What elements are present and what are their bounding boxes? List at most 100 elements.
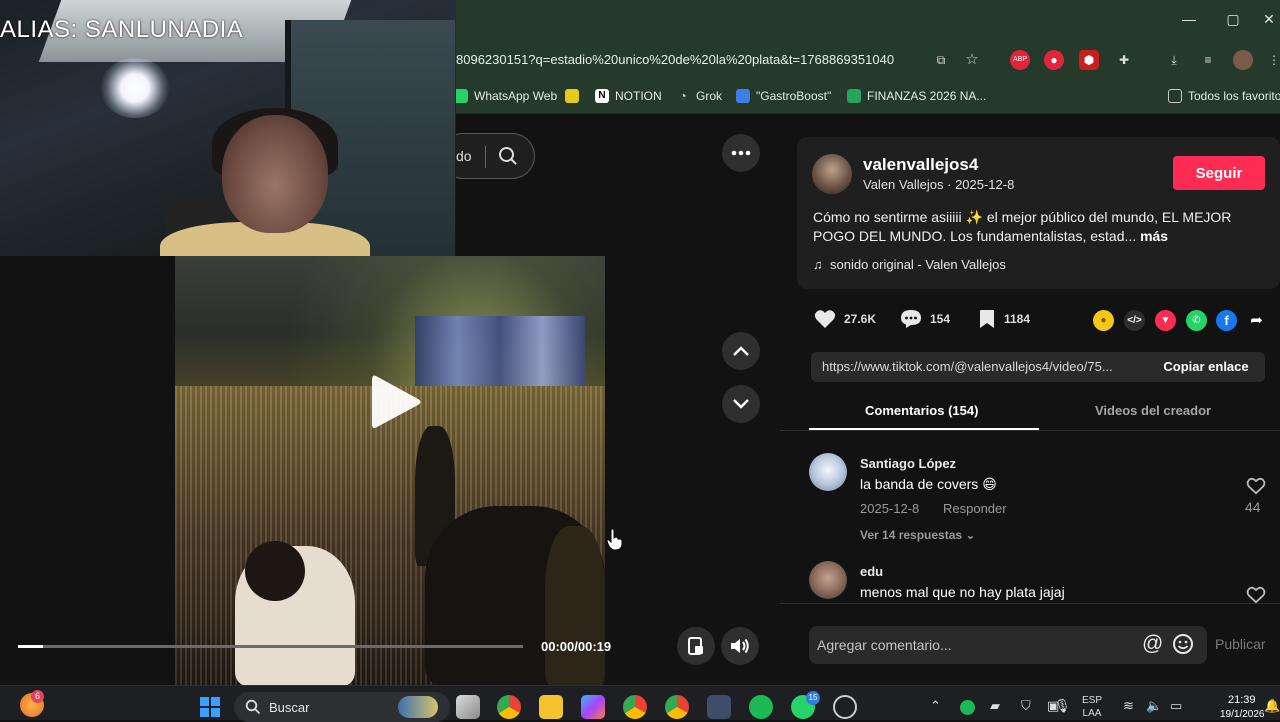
notification-bell-icon[interactable]: 🔔 <box>1264 698 1280 714</box>
tab-comments[interactable]: Comentarios (154) <box>865 403 978 418</box>
alias-overlay-text: ALIAS: SANLUNADIA <box>0 16 244 43</box>
folder-outline-icon <box>1168 89 1182 103</box>
tray-spotify-icon[interactable] <box>960 700 975 715</box>
windows-start-icon[interactable] <box>199 696 221 718</box>
play-icon[interactable] <box>368 372 424 432</box>
speaker-icon[interactable]: 🔈 <box>1146 698 1162 714</box>
clock-date[interactable]: 19/1/2026 <box>1220 709 1265 720</box>
chrome-profile-2-icon[interactable] <box>665 695 689 719</box>
previous-video-button[interactable] <box>722 332 760 370</box>
clock-time[interactable]: 21:39 <box>1228 694 1256 706</box>
pdf-extension-icon[interactable]: ⬢ <box>1079 50 1099 70</box>
bookmark-folder-yellow[interactable] <box>565 86 579 106</box>
video-link-field[interactable]: https://www.tiktok.com/@valenvallejos4/v… <box>811 352 1147 382</box>
wifi-icon[interactable]: ≋ <box>1123 698 1134 714</box>
music-title: sonido original - Valen Vallejos <box>829 257 1006 272</box>
comment-author[interactable]: Santiago López <box>860 456 956 471</box>
task-view-icon[interactable] <box>456 695 480 719</box>
spotify-icon[interactable] <box>749 695 773 719</box>
bookmark-icon <box>980 310 994 328</box>
send-friend-icon[interactable]: ▼ <box>1155 310 1176 331</box>
save-button[interactable]: 1184 <box>978 309 1030 329</box>
profile-avatar-icon[interactable] <box>1233 50 1253 70</box>
tab-creator-videos[interactable]: Videos del creador <box>1095 403 1211 418</box>
video-player[interactable] <box>175 256 605 685</box>
copilot-icon[interactable] <box>581 695 605 719</box>
caption-more-link[interactable]: más <box>1140 228 1168 244</box>
close-window-button[interactable]: ✕ <box>1256 8 1280 30</box>
bookmark-notion[interactable]: N NOTION <box>595 86 662 106</box>
more-options-button[interactable] <box>722 134 760 172</box>
bookmark-whatsapp[interactable]: WhatsApp Web <box>454 86 557 106</box>
creator-display-name: Valen Vallejos <box>863 177 944 192</box>
comment-avatar[interactable] <box>809 453 847 491</box>
extensions-puzzle-icon[interactable]: ✚ <box>1114 50 1134 70</box>
progress-fill <box>18 645 43 648</box>
comment-avatar[interactable] <box>809 561 847 599</box>
progress-track[interactable] <box>18 645 523 648</box>
file-explorer-icon[interactable] <box>539 695 563 719</box>
address-bar[interactable]: 8096230151?q=estadio%20unico%20de%20la%2… <box>456 52 894 67</box>
like-button[interactable]: 27.6K <box>814 309 876 329</box>
search-icon[interactable] <box>497 145 519 167</box>
comment-count: 154 <box>930 312 951 326</box>
install-app-icon[interactable]: ⧉ <box>931 50 951 70</box>
bookmark-gastroboost[interactable]: "GastroBoost" <box>736 86 831 106</box>
creator-avatar[interactable] <box>812 154 852 194</box>
tray-app-icon[interactable]: ▰ <box>990 698 1000 714</box>
comment-button[interactable]: 154 <box>900 309 950 329</box>
media-control-icon[interactable]: ≡ <box>1198 50 1218 70</box>
browser-menu-icon[interactable]: ⋮ <box>1264 50 1280 70</box>
chevron-up-icon <box>733 346 749 356</box>
publish-button[interactable]: Publicar <box>1215 636 1266 652</box>
extension-red-icon[interactable]: ● <box>1044 50 1064 70</box>
all-bookmarks-folder[interactable]: Todos los favoritos <box>1168 86 1280 106</box>
comment-heart-icon[interactable] <box>1246 586 1266 604</box>
chrome-profile-icon[interactable] <box>623 695 647 719</box>
battery-icon[interactable]: ▭ <box>1170 698 1182 714</box>
emoji-icon[interactable] <box>1172 633 1194 655</box>
notion-icon: N <box>595 89 609 103</box>
whatsapp-icon <box>454 89 468 103</box>
share-arrow-icon[interactable]: ➦ <box>1246 310 1267 331</box>
music-link[interactable]: ♫ sonido original - Valen Vallejos <box>813 257 1006 272</box>
view-replies-button[interactable]: Ver 14 respuestas ⌄ <box>860 528 975 542</box>
calculator-icon[interactable] <box>707 695 731 719</box>
volume-button[interactable] <box>721 627 759 665</box>
comment-input[interactable] <box>817 636 1127 654</box>
copy-link-button[interactable]: Copiar enlace <box>1147 352 1265 382</box>
app-icon[interactable] <box>833 695 857 719</box>
comment-heart-icon[interactable] <box>1246 477 1266 495</box>
maximize-button[interactable]: ▢ <box>1220 8 1246 30</box>
crowd-person-head <box>245 541 305 601</box>
reply-button[interactable]: Responder <box>943 501 1007 516</box>
facebook-share-icon[interactable]: f <box>1216 310 1237 331</box>
adblock-extension-icon[interactable]: ABP <box>1010 50 1030 70</box>
heart-icon <box>814 310 836 328</box>
bookmark-star-icon[interactable]: ☆ <box>962 50 982 70</box>
music-note-icon: ♫ <box>813 257 823 272</box>
next-video-button[interactable] <box>722 385 760 423</box>
chrome-icon[interactable] <box>497 695 521 719</box>
floating-player-button[interactable] <box>677 627 715 665</box>
tray-overflow-icon[interactable]: ⌃ <box>930 698 941 714</box>
bookmark-finanzas[interactable]: FINANZAS 2026 NA... <box>847 86 986 106</box>
tray-shield-icon[interactable]: ⛉ <box>1021 698 1031 714</box>
language-indicator[interactable]: ESP LAA <box>1082 694 1102 720</box>
minimize-button[interactable]: — <box>1176 8 1202 30</box>
bookmark-grok[interactable]: ◔ Grok <box>676 86 722 106</box>
tray-microphone-icon[interactable]: 🎙 <box>1054 698 1071 714</box>
coin-share-icon[interactable]: ● <box>1093 310 1114 331</box>
embed-icon[interactable]: </> <box>1124 310 1145 331</box>
downloads-icon[interactable]: ⤓ <box>1164 50 1184 70</box>
whatsapp-badge: 15 <box>806 691 820 705</box>
creator-username[interactable]: valenvallejos4 <box>863 155 978 175</box>
save-count: 1184 <box>1004 312 1031 326</box>
comment-text: la banda de covers 😄 <box>860 476 997 492</box>
hand-cursor-icon <box>606 528 623 551</box>
taskbar-search-icon <box>245 699 261 715</box>
mention-icon[interactable]: @ <box>1142 632 1163 656</box>
whatsapp-share-icon[interactable]: ✆ <box>1186 310 1207 331</box>
comment-author[interactable]: edu <box>860 564 883 579</box>
follow-button[interactable]: Seguir <box>1173 156 1265 190</box>
